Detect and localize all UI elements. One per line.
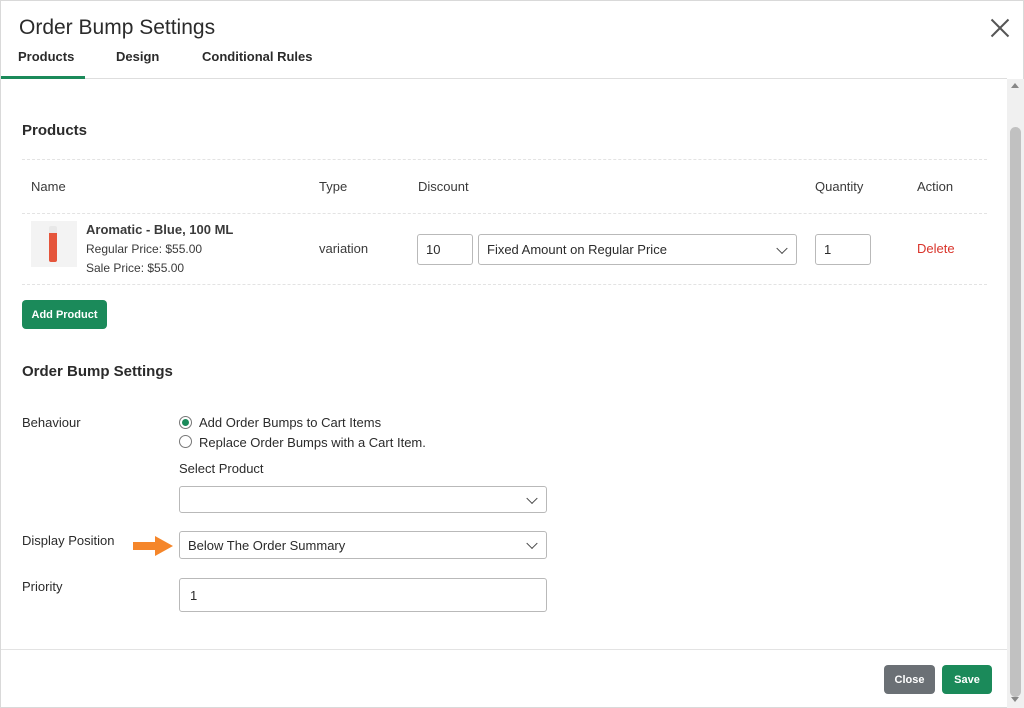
discount-value-input[interactable]: 10 xyxy=(417,234,473,265)
select-product-label: Select Product xyxy=(179,461,264,476)
display-position-value: Below The Order Summary xyxy=(188,537,346,553)
products-section-title: Products xyxy=(22,122,88,139)
tab-bar: Products Design Conditional Rules xyxy=(1,41,1007,79)
behaviour-option-add-label[interactable]: Add Order Bumps to Cart Items xyxy=(199,415,381,430)
display-position-label: Display Position xyxy=(22,533,115,548)
active-tab-indicator xyxy=(1,76,85,79)
product-regular-price: Regular Price: $55.00 xyxy=(86,242,203,256)
table-divider-bottom xyxy=(22,284,987,285)
arrow-right-icon xyxy=(133,536,173,556)
product-name: Aromatic - Blue, 100 ML xyxy=(86,222,234,237)
behaviour-label: Behaviour xyxy=(22,415,81,430)
close-icon[interactable] xyxy=(987,15,1013,41)
chevron-down-icon xyxy=(526,537,538,550)
table-divider-top xyxy=(22,159,987,160)
quantity-input[interactable]: 1 xyxy=(815,234,871,265)
discount-type-value: Fixed Amount on Regular Price xyxy=(487,242,667,257)
behaviour-radio-replace[interactable] xyxy=(179,435,192,448)
delete-product-link[interactable]: Delete xyxy=(917,241,955,256)
add-product-button[interactable]: Add Product xyxy=(22,300,107,329)
tab-conditional-rules[interactable]: Conditional Rules xyxy=(202,49,313,64)
tab-products[interactable]: Products xyxy=(18,49,74,64)
chevron-down-icon xyxy=(776,242,788,254)
column-header-name: Name xyxy=(31,179,66,194)
column-header-type: Type xyxy=(319,179,348,194)
scroll-down-icon[interactable] xyxy=(1011,697,1019,702)
scrollbar-thumb[interactable] xyxy=(1010,127,1021,697)
behaviour-option-replace-label[interactable]: Replace Order Bumps with a Cart Item. xyxy=(199,435,426,450)
order-bump-settings-title: Order Bump Settings xyxy=(22,363,173,380)
product-type: variation xyxy=(319,241,369,256)
product-sale-price: Sale Price: $55.00 xyxy=(86,261,185,275)
close-button[interactable]: Close xyxy=(884,665,935,694)
tab-design[interactable]: Design xyxy=(116,49,159,64)
priority-label: Priority xyxy=(22,579,63,594)
footer-divider xyxy=(1,649,1007,650)
column-header-quantity: Quantity xyxy=(815,179,864,194)
priority-input[interactable]: 1 xyxy=(179,578,547,612)
product-bottle-icon xyxy=(49,226,57,262)
chevron-down-icon xyxy=(526,492,538,504)
table-divider-header xyxy=(22,213,987,214)
save-button[interactable]: Save xyxy=(942,665,992,694)
discount-type-select[interactable]: Fixed Amount on Regular Price xyxy=(478,234,797,265)
column-header-action: Action xyxy=(917,179,954,194)
order-bump-settings-modal: Order Bump Settings Products Design Cond… xyxy=(0,0,1024,708)
scroll-up-icon[interactable] xyxy=(1011,83,1019,88)
column-header-discount: Discount xyxy=(418,179,469,194)
display-position-select[interactable]: Below The Order Summary xyxy=(179,531,547,559)
select-product-dropdown[interactable] xyxy=(179,486,547,513)
behaviour-radio-add[interactable] xyxy=(179,416,192,429)
modal-title: Order Bump Settings xyxy=(19,16,216,39)
